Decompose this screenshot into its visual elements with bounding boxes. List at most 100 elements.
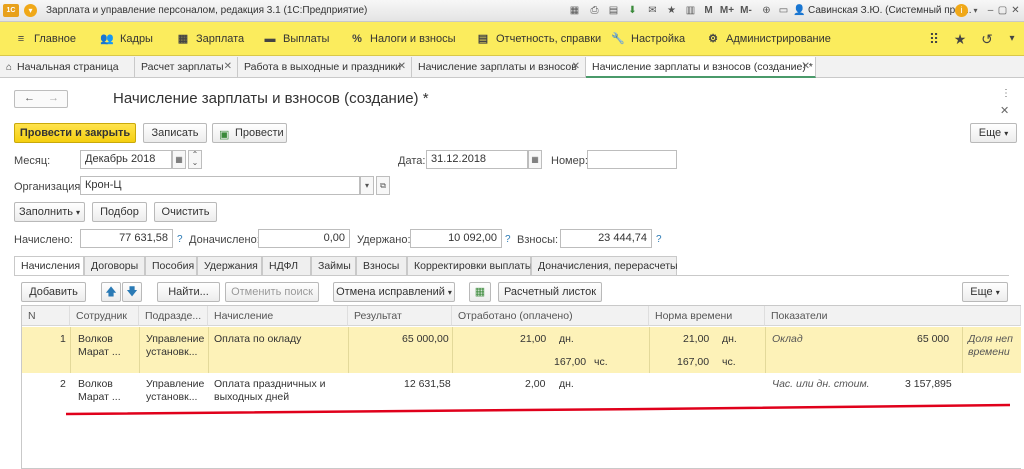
info-icon[interactable]: i bbox=[955, 4, 968, 17]
form-title: Начисление зарплаты и взносов (создание)… bbox=[113, 90, 429, 107]
fill-button[interactable]: Заполнить ▾ bbox=[14, 202, 85, 222]
close-tab-icon[interactable]: ✕ bbox=[572, 57, 580, 77]
close-form-icon[interactable]: ✕ bbox=[1000, 104, 1009, 117]
add-row-button[interactable]: Добавить bbox=[21, 282, 86, 302]
maximize-icon[interactable]: ▢ bbox=[996, 4, 1009, 17]
month-calendar-icon[interactable]: ▦ bbox=[172, 150, 186, 169]
form-more-icon[interactable]: ⋮ bbox=[1001, 88, 1011, 99]
row-number: 2 bbox=[60, 378, 66, 390]
apps-grid-icon[interactable]: ⠿ bbox=[925, 30, 943, 48]
select-button[interactable]: Подбор bbox=[92, 202, 147, 222]
contributions-help-icon[interactable]: ? bbox=[656, 234, 662, 245]
date-input[interactable]: 31.12.2018 bbox=[426, 150, 528, 169]
col-n[interactable]: N bbox=[22, 306, 70, 326]
section-salary[interactable]: ▦ Зарплата bbox=[176, 22, 244, 56]
result-value: 65 000,00 bbox=[402, 333, 449, 345]
favorites-star-icon[interactable]: ★ bbox=[951, 30, 969, 48]
col-worked[interactable]: Отработано (оплачено) bbox=[452, 306, 649, 326]
save-button[interactable]: Записать bbox=[143, 123, 207, 143]
organization-dropdown-icon[interactable]: ▾ bbox=[360, 176, 374, 195]
col-norm[interactable]: Норма времени bbox=[649, 306, 765, 326]
tab-benefits[interactable]: Пособия bbox=[145, 256, 197, 275]
section-main[interactable]: ≡ Главное bbox=[14, 22, 76, 56]
tab-accruals-create[interactable]: Начисление зарплаты и взносов (создание)… bbox=[586, 57, 816, 78]
printer-icon[interactable]: ⎙ bbox=[588, 4, 601, 17]
close-tab-icon[interactable]: ✕ bbox=[398, 57, 406, 77]
save-down-icon[interactable]: ⬇ bbox=[626, 4, 639, 17]
m-button[interactable]: M bbox=[702, 4, 715, 17]
more-button[interactable]: Еще ▾ bbox=[970, 123, 1017, 143]
payslip-button[interactable]: Расчетный листок bbox=[498, 282, 602, 302]
col-department[interactable]: Подразде... bbox=[139, 306, 208, 326]
indicator-name: Час. или дн. стоим. bbox=[772, 378, 870, 390]
table-row[interactable]: 1 Волков Марат ... Управление установк..… bbox=[22, 327, 1021, 373]
print-icon[interactable]: ▦ bbox=[568, 4, 581, 17]
accrued-help-icon[interactable]: ? bbox=[177, 234, 183, 245]
organization-input[interactable]: Крон-Ц bbox=[80, 176, 360, 195]
section-admin[interactable]: ⚙ Администрирование bbox=[706, 22, 831, 56]
tab-home[interactable]: ⌂ Начальная страница bbox=[0, 57, 135, 77]
month-stepper[interactable]: ⌃ ⌄ bbox=[188, 150, 202, 169]
section-taxes[interactable]: % Налоги и взносы bbox=[350, 22, 455, 56]
table-row[interactable]: 2 Волков Марат ... Управление установк..… bbox=[22, 373, 1021, 417]
tab-deductions[interactable]: Удержания bbox=[197, 256, 262, 275]
norm-hours-unit: чс. bbox=[722, 356, 736, 368]
tab-ndfl[interactable]: НДФЛ bbox=[262, 256, 311, 275]
window-icon[interactable]: ▭ bbox=[777, 4, 790, 17]
organization-open-icon[interactable]: ⧉ bbox=[376, 176, 390, 195]
m-minus-button[interactable]: M- bbox=[737, 4, 755, 17]
tab-contributions[interactable]: Взносы bbox=[356, 256, 407, 275]
tab-contracts[interactable]: Договоры bbox=[84, 256, 145, 275]
col-accrual[interactable]: Начисление bbox=[208, 306, 348, 326]
tab-payment-corrections[interactable]: Корректировки выплаты bbox=[407, 256, 532, 275]
attach-icon[interactable]: ✉ bbox=[646, 4, 659, 17]
tab-weekend-work[interactable]: Работа в выходные и праздники ✕ bbox=[238, 57, 412, 77]
date-calendar-icon[interactable]: ▦ bbox=[528, 150, 542, 169]
zoom-icon[interactable]: ⊕ bbox=[760, 4, 773, 17]
post-and-close-button[interactable]: Провести и закрыть bbox=[14, 123, 136, 143]
section-personnel[interactable]: 👥 Кадры bbox=[100, 22, 153, 56]
number-input[interactable] bbox=[587, 150, 677, 169]
contributions-value: 23 444,74 bbox=[560, 229, 652, 248]
m-plus-button[interactable]: M+ bbox=[718, 4, 736, 17]
sections-menu-icon[interactable]: ▾ bbox=[1003, 30, 1021, 48]
forward-arrow-icon[interactable]: → bbox=[48, 92, 59, 104]
section-settings[interactable]: 🔧 Настройка bbox=[611, 22, 685, 56]
back-arrow-icon[interactable]: ← bbox=[24, 92, 35, 104]
star-doc-icon[interactable]: ★ bbox=[665, 4, 678, 17]
withheld-help-icon[interactable]: ? bbox=[505, 234, 511, 245]
percent-icon: % bbox=[352, 33, 362, 45]
cancel-corrections-button[interactable]: Отмена исправлений ▾ bbox=[333, 282, 455, 302]
section-payments[interactable]: ▬ Выплаты bbox=[263, 22, 330, 56]
nav-back-forward: ← → bbox=[14, 90, 68, 108]
organization-label: Организация: bbox=[14, 181, 84, 193]
find-button[interactable]: Найти... bbox=[157, 282, 220, 302]
table-more-button[interactable]: Еще ▾ bbox=[962, 282, 1008, 302]
tab-recalculations[interactable]: Доначисления, перерасчеты bbox=[531, 256, 678, 275]
close-tab-icon[interactable]: ✕ bbox=[224, 57, 232, 77]
info-menu-icon[interactable]: ▾ bbox=[969, 4, 982, 17]
tab-accruals-page[interactable]: Начисления bbox=[14, 256, 84, 276]
tab-salary-calc[interactable]: Расчет зарплаты ✕ bbox=[135, 57, 238, 77]
tab-accruals[interactable]: Начисление зарплаты и взносов ✕ bbox=[412, 57, 586, 77]
tab-loans[interactable]: Займы bbox=[311, 256, 356, 275]
history-icon[interactable]: ↺ bbox=[978, 30, 996, 48]
col-indicators[interactable]: Показатели bbox=[765, 306, 1021, 326]
col-employee[interactable]: Сотрудник bbox=[70, 306, 139, 326]
post-button[interactable]: ▣ Провести bbox=[212, 123, 287, 143]
grid-settings-icon[interactable]: ▦ bbox=[469, 282, 491, 302]
move-up-icon[interactable]: 🡅 bbox=[101, 282, 121, 302]
section-reports[interactable]: ▤ Отчетность, справки bbox=[476, 22, 601, 56]
month-input[interactable]: Декабрь 2018 bbox=[80, 150, 172, 169]
close-window-icon[interactable]: ✕ bbox=[1009, 4, 1022, 17]
cancel-search-button[interactable]: Отменить поиск bbox=[225, 282, 319, 302]
department: Управление bbox=[146, 333, 205, 345]
calendar-icon[interactable]: ▥ bbox=[684, 4, 697, 17]
preview-icon[interactable]: ▤ bbox=[607, 4, 620, 17]
clear-button[interactable]: Очистить bbox=[154, 202, 217, 222]
chevron-down-icon: ▾ bbox=[447, 288, 452, 297]
close-tab-icon[interactable]: ✕ bbox=[802, 57, 810, 77]
main-menu-icon[interactable]: ▾ bbox=[24, 4, 37, 17]
col-result[interactable]: Результат bbox=[348, 306, 452, 326]
move-down-icon[interactable]: 🡇 bbox=[122, 282, 142, 302]
